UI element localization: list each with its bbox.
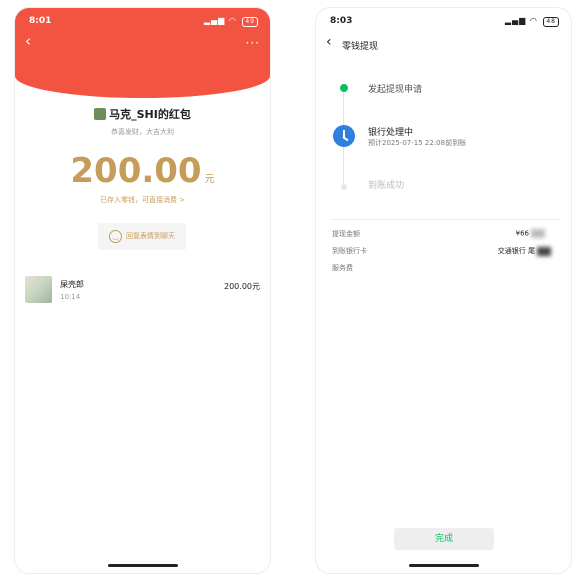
step-processing-eta: 预计2025-07-15 22:08前到账 xyxy=(368,139,467,147)
step-pending-icon xyxy=(341,184,347,190)
detail-value-amount: ¥66 xyxy=(516,229,545,238)
signal-icon: ▂▄▆ xyxy=(203,16,226,25)
receiver-avatar xyxy=(25,276,52,303)
smile-icon: ‿ xyxy=(109,229,122,243)
detail-label-amount: 提现金额 xyxy=(332,230,360,238)
detail-label-fee: 服务费 xyxy=(332,264,353,272)
amount-text: ¥66 xyxy=(515,229,529,238)
home-indicator[interactable] xyxy=(408,564,479,567)
status-bar: 8:03 ▂▄▆ ◠ 48 xyxy=(316,8,571,34)
card-text: 交通银行 尾 xyxy=(497,247,535,255)
page-title: 零钱提现 xyxy=(342,42,379,52)
sender-name: 马克_SHI的红包 xyxy=(109,108,191,121)
signal-icon: ▂▄▆ xyxy=(504,16,527,25)
receiver-name: 屎壳郎 xyxy=(60,280,84,289)
back-chevron-icon[interactable]: ‹ xyxy=(25,32,31,50)
wifi-icon: ◠ xyxy=(228,16,237,25)
reply-sticker-button[interactable]: ‿ 回复表情到聊天 xyxy=(98,223,186,250)
step-initiated: 发起提现申请 xyxy=(368,85,423,95)
amount-display: 200.00 元 xyxy=(15,151,270,191)
receiver-record-row: 屎壳郎 10:14 200.00元 xyxy=(25,276,260,308)
status-bar: 8:01 ▂▄▆ ◠ 49 xyxy=(15,8,270,34)
step-arrived: 到账成功 xyxy=(368,181,405,191)
sender-avatar xyxy=(94,108,107,120)
reply-label: 回复表情到聊天 xyxy=(126,232,175,240)
amount-unit: 元 xyxy=(204,174,215,185)
step-processing: 银行处理中 xyxy=(368,128,414,138)
battery-icon: 48 xyxy=(543,17,559,27)
detail-value-card: 交通银行 尾 xyxy=(498,246,551,256)
status-time: 8:01 xyxy=(29,16,52,26)
amount-value: 200.00 xyxy=(70,151,202,191)
battery-icon: 49 xyxy=(242,17,258,27)
back-chevron-icon[interactable]: ‹ xyxy=(326,34,332,50)
envelope-title: 马克_SHI的红包 xyxy=(15,106,270,122)
home-indicator[interactable] xyxy=(107,564,178,567)
masked-card xyxy=(537,246,551,256)
status-icons: ▂▄▆ ◠ 49 xyxy=(204,16,258,27)
status-time: 8:03 xyxy=(330,16,353,26)
detail-label-card: 到账银行卡 xyxy=(332,247,367,255)
receiver-amount: 200.00元 xyxy=(224,282,260,291)
stored-link[interactable]: 已存入零钱，可直接消费 > xyxy=(15,195,270,205)
masked-digits xyxy=(531,229,545,238)
right-phone-screen: 8:03 ▂▄▆ ◠ 48 ‹ 零钱提现 发起提现申请 银行处理中 预计2025… xyxy=(316,8,571,573)
clock-icon xyxy=(333,125,355,147)
status-icons: ▂▄▆ ◠ 48 xyxy=(505,16,559,27)
blessing-text: 恭喜发财，大吉大利 xyxy=(111,128,174,136)
wifi-icon: ◠ xyxy=(529,16,538,25)
left-phone-screen: 8:01 ▂▄▆ ◠ 49 ‹ ··· 马克_SHI的红包 恭喜发财，大吉大利 … xyxy=(15,8,270,573)
receiver-time: 10:14 xyxy=(60,293,81,301)
done-button[interactable]: 完成 xyxy=(394,528,494,550)
divider xyxy=(330,219,561,220)
step-done-icon xyxy=(340,84,348,92)
more-icon[interactable]: ··· xyxy=(246,36,260,50)
